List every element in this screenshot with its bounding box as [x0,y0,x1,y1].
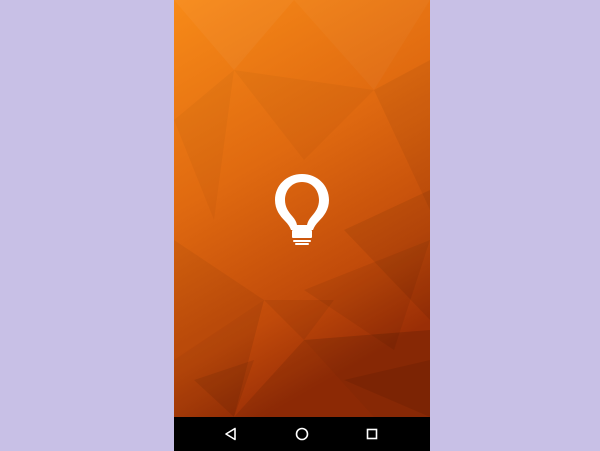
phone-screen [174,0,430,451]
home-button[interactable] [282,417,322,451]
recents-button[interactable] [352,417,392,451]
back-triangle-icon [225,427,236,441]
emulator-backdrop [0,0,600,451]
back-button[interactable] [211,417,251,451]
splash-screen [174,0,430,417]
home-circle-icon [295,427,309,441]
recents-square-icon [366,428,378,440]
android-navigation-bar [174,417,430,451]
lightbulb-icon [273,172,331,246]
